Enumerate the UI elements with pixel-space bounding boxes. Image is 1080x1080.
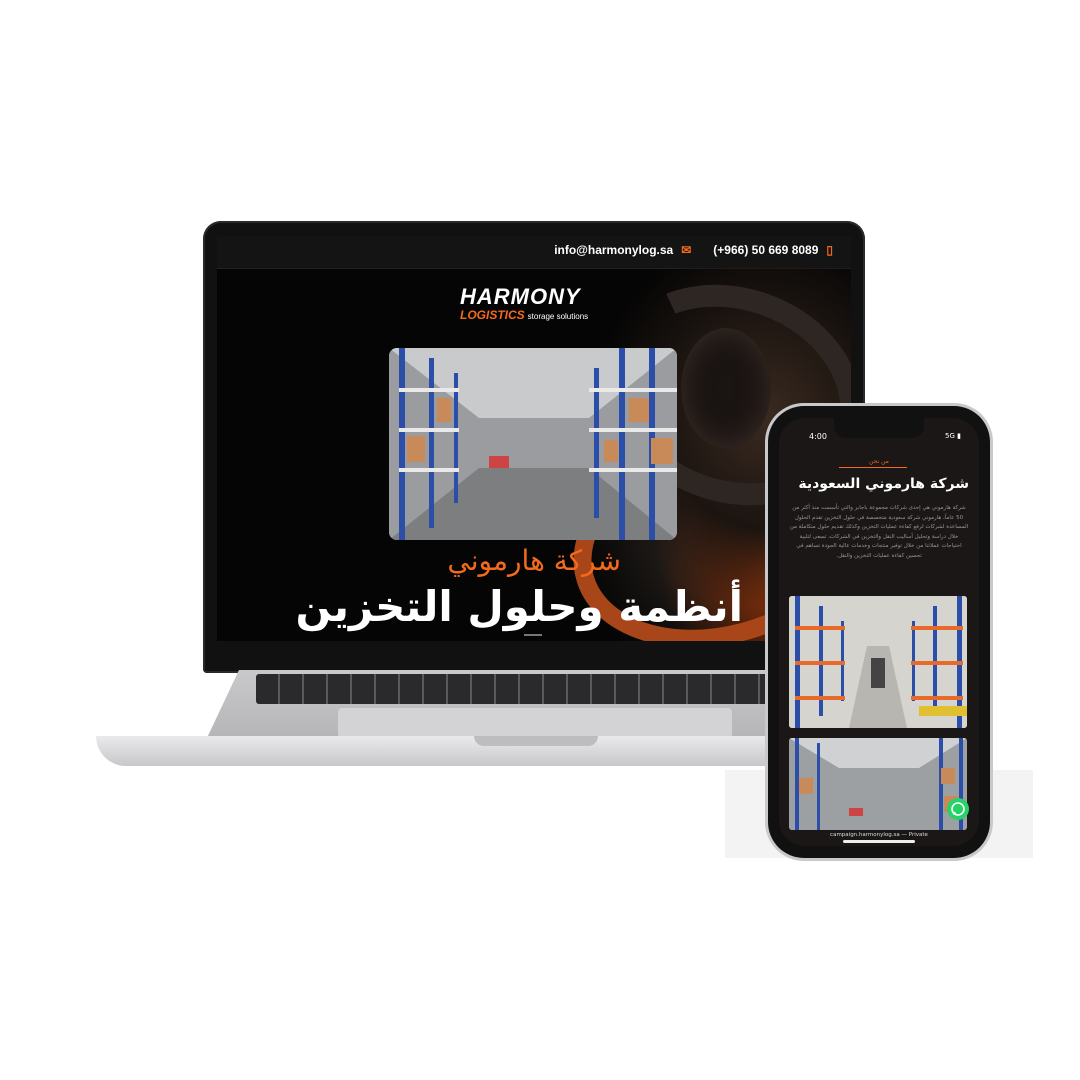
laptop-opening-notch [474,736,598,746]
phone-screen: 4:00 5G ▮ من نحن شركة هارموني السعودية ش… [779,418,979,846]
contact-topbar: info@harmonylog.sa ✉ (+966) 50 669 8089 … [217,236,851,269]
logo-secondary: LOGISTICS storage solutions [460,308,610,324]
hero-subtitle: شركة هارموني [447,544,621,577]
battery-icon: ▮ [957,432,961,440]
phone-icon: ▯ [826,243,833,257]
email-link[interactable]: info@harmonylog.sa [554,243,673,257]
laptop-touchpad [338,708,732,738]
warehouse-photo-shelves [789,738,967,830]
phone-notch [834,418,924,438]
logo-secondary-text: LOGISTICS [460,308,525,322]
warehouse-photo [389,348,677,540]
network-label: 5G [945,432,955,440]
status-network: 5G ▮ [945,432,961,440]
tab-about[interactable]: من نحن [779,458,979,465]
hero-title: أنظمة وحلول التخزين [295,582,743,631]
status-time: 4:00 [809,432,827,441]
browser-url-bar[interactable]: campaign.harmonylog.sa — Private [779,832,979,838]
phone-link[interactable]: (+966) 50 669 8089 [713,243,818,257]
laptop-keyboard [256,674,816,704]
home-indicator[interactable] [843,840,915,843]
about-heading: شركة هارموني السعودية [798,476,969,492]
tab-underline [839,467,907,468]
laptop-screen: info@harmonylog.sa ✉ (+966) 50 669 8089 … [217,236,851,641]
harmony-logo[interactable]: HARMONY LOGISTICS storage solutions [460,286,610,324]
scroll-indicator [524,634,542,636]
whatsapp-icon[interactable] [947,798,969,820]
phone-device: 4:00 5G ▮ من نحن شركة هارموني السعودية ش… [768,406,990,858]
about-paragraph: شركة هارموني هي إحدى شركات مجموعة باجابر… [789,505,969,559]
contact-info: info@harmonylog.sa ✉ (+966) 50 669 8089 … [554,243,833,257]
warehouse-photo-rack-aisle [789,596,967,728]
mail-icon: ✉ [681,243,692,257]
logo-tagline: storage solutions [527,312,589,321]
logo-primary: HARMONY [460,284,581,309]
